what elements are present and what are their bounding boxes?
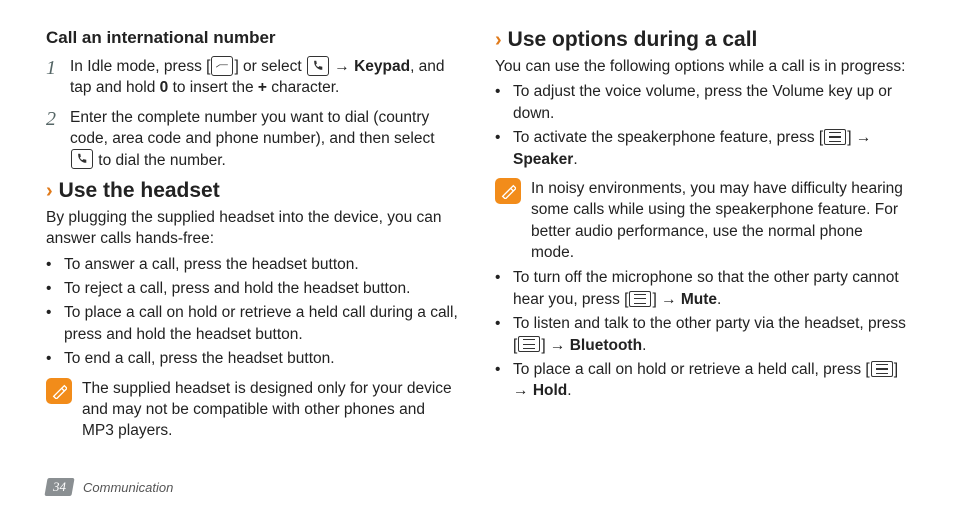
keypad-label: Keypad <box>354 58 410 75</box>
page-number: 34 <box>44 478 74 496</box>
bullet-icon: • <box>495 267 505 310</box>
note-text: In noisy environments, you may have diff… <box>531 178 908 264</box>
list-item: •To listen and talk to the other party v… <box>495 313 908 356</box>
t: To listen and talk to the other party vi… <box>513 313 908 356</box>
menu-key-icon <box>824 129 846 145</box>
heading-text: Use the headset <box>59 179 220 203</box>
note-headset: The supplied headset is designed only fo… <box>46 378 459 442</box>
list-item: •To adjust the voice volume, press the V… <box>495 81 908 124</box>
t: → <box>330 58 354 75</box>
step-2: 2 Enter the complete number you want to … <box>46 107 459 171</box>
heading-text: Use options during a call <box>508 28 758 52</box>
heading-international: Call an international number <box>46 28 459 48</box>
heading-options: › Use options during a call <box>495 28 908 52</box>
zero-key: 0 <box>160 79 169 96</box>
list-item: • To end a call, press the headset button… <box>46 348 459 369</box>
menu-key-icon <box>871 361 893 377</box>
list-item: •To place a call on hold or retrieve a h… <box>46 302 459 345</box>
bullet-icon: • <box>495 359 505 402</box>
t: To reject a call, press and hold the hea… <box>64 278 410 299</box>
list-item: •To activate the speakerphone feature, p… <box>495 127 908 170</box>
phone-icon <box>307 56 329 76</box>
note-icon <box>46 378 72 404</box>
chevron-icon: › <box>46 181 53 201</box>
headset-bullets: • To answer a call, press the headset but… <box>46 254 459 370</box>
t: To place a call on hold or retrieve a he… <box>64 302 459 345</box>
note-icon <box>495 178 521 204</box>
right-column: › Use options during a call You can use t… <box>495 28 908 472</box>
send-key-icon <box>211 56 233 76</box>
bullet-icon: • <box>46 302 56 345</box>
step-1: 1 In Idle mode, press [ ] or select → Key… <box>46 56 459 99</box>
options-bullets-2: •To turn off the microphone so that the … <box>495 267 908 401</box>
t: In Idle mode, press [ <box>70 58 210 75</box>
heading-headset: › Use the headset <box>46 179 459 203</box>
bullet-icon: • <box>46 278 56 299</box>
t: To turn off the microphone so that the o… <box>513 267 908 310</box>
list-item: • To reject a call, press and hold the he… <box>46 278 459 299</box>
t: To end a call, press the headset button. <box>64 348 335 369</box>
t: to insert the <box>168 79 258 96</box>
bullet-icon: • <box>46 254 56 275</box>
step-1-text: In Idle mode, press [ ] or select → Keypa… <box>70 56 459 99</box>
t: To activate the speakerphone feature, pr… <box>513 127 908 170</box>
step-number: 1 <box>46 56 60 99</box>
options-bullets-1: •To adjust the voice volume, press the V… <box>495 81 908 170</box>
t: ] or select <box>234 58 306 75</box>
t: To place a call on hold or retrieve a he… <box>513 359 908 402</box>
bullet-icon: • <box>46 348 56 369</box>
plus-char: + <box>258 79 267 96</box>
t: character. <box>267 79 339 96</box>
t: To answer a call, press the headset butt… <box>64 254 359 275</box>
note-speaker: In noisy environments, you may have diff… <box>495 178 908 264</box>
page-footer: 34 Communication <box>46 478 173 496</box>
headset-intro: By plugging the supplied headset into th… <box>46 207 459 250</box>
step-2-text: Enter the complete number you want to di… <box>70 107 459 171</box>
t: to dial the number. <box>94 152 226 169</box>
bullet-icon: • <box>495 127 505 170</box>
step-number: 2 <box>46 107 60 171</box>
left-column: Call an international number 1 In Idle m… <box>46 28 459 472</box>
chevron-icon: › <box>495 30 502 50</box>
bullet-icon: • <box>495 313 505 356</box>
two-column-layout: Call an international number 1 In Idle m… <box>46 28 908 472</box>
bullet-icon: • <box>495 81 505 124</box>
section-label: Communication <box>83 480 173 495</box>
list-item: • To answer a call, press the headset but… <box>46 254 459 275</box>
list-item: •To place a call on hold or retrieve a h… <box>495 359 908 402</box>
t: Enter the complete number you want to di… <box>70 109 435 147</box>
dial-icon <box>71 149 93 169</box>
options-intro: You can use the following options while … <box>495 56 908 77</box>
t: To adjust the voice volume, press the Vo… <box>513 81 908 124</box>
list-item: •To turn off the microphone so that the … <box>495 267 908 310</box>
menu-key-icon <box>629 291 651 307</box>
note-text: The supplied headset is designed only fo… <box>82 378 459 442</box>
manual-page: Call an international number 1 In Idle m… <box>0 0 954 518</box>
menu-key-icon <box>518 336 540 352</box>
